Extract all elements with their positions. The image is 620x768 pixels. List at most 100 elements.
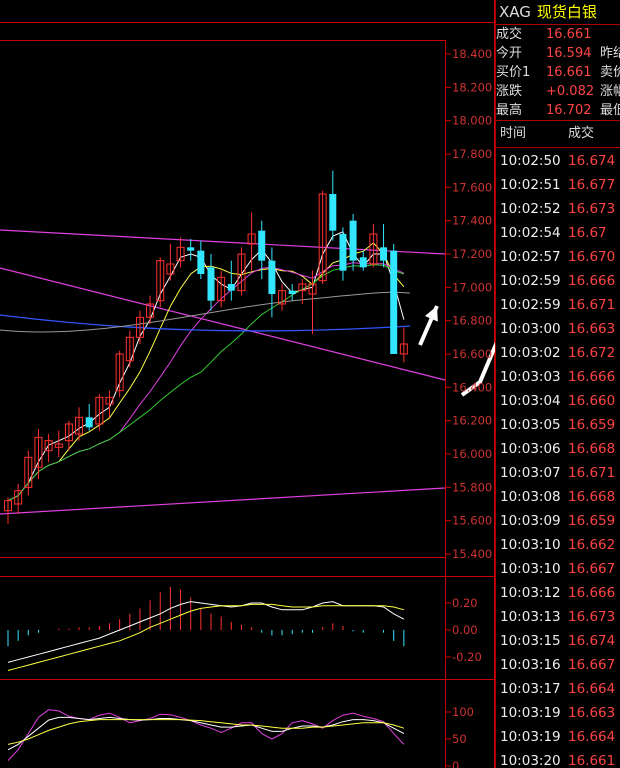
- quote-extra-label: 卖价: [600, 65, 620, 80]
- price-tick-label: 16.000: [452, 447, 492, 461]
- candle-body-down: [268, 260, 276, 294]
- price-tick-label: 17.800: [452, 147, 492, 161]
- tick-row[interactable]: 10:03:03 16.666: [496, 365, 620, 389]
- tick-row[interactable]: 10:03:09 16.659: [496, 509, 620, 533]
- tick-row[interactable]: 10:03:04 16.660: [496, 389, 620, 413]
- tick-row[interactable]: 10:02:59 16.666: [496, 269, 620, 293]
- tick-row[interactable]: 10:03:10 16.667: [496, 557, 620, 581]
- tick-price: 16.667: [568, 561, 616, 577]
- tick-price: 16.668: [568, 489, 616, 505]
- tick-price: 16.667: [568, 657, 616, 673]
- tick-price: 16.670: [568, 249, 616, 265]
- tick-row[interactable]: 10:02:59 16.671: [496, 293, 620, 317]
- quote-row: 今开 16.594 昨结: [496, 44, 620, 63]
- symbol-name: 现货白银: [536, 3, 597, 21]
- tick-time: 10:02:51: [500, 177, 561, 193]
- tick-row[interactable]: 10:03:07 16.671: [496, 461, 620, 485]
- tick-time: 10:02:54: [500, 225, 561, 241]
- tick-price: 16.666: [568, 369, 616, 385]
- price-tick-label: 18.400: [452, 47, 492, 61]
- tick-row[interactable]: 10:03:20 16.661: [496, 749, 620, 768]
- quote-value: 16.661: [546, 65, 592, 80]
- tick-price: 16.666: [568, 585, 616, 601]
- tick-time: 10:03:03: [500, 369, 561, 385]
- tick-price: 16.661: [568, 753, 616, 768]
- tick-row[interactable]: 10:02:54 16.67: [496, 221, 620, 245]
- tick-time: 10:03:13: [500, 609, 561, 625]
- tick-row[interactable]: 10:03:13 16.673: [496, 605, 620, 629]
- tick-time: 10:03:08: [500, 489, 561, 505]
- candle-body-down: [207, 267, 215, 301]
- tick-row[interactable]: 10:03:16 16.667: [496, 653, 620, 677]
- price-tick-label: 18.200: [452, 80, 492, 94]
- tick-row[interactable]: 10:03:02 16.672: [496, 341, 620, 365]
- tick-row[interactable]: 10:03:10 16.662: [496, 533, 620, 557]
- tick-price: 16.659: [568, 417, 616, 433]
- price-tick-label: 16.400: [452, 380, 492, 394]
- quote-row: 成交 16.661: [496, 25, 620, 44]
- tick-time: 10:02:59: [500, 273, 561, 289]
- macd-tick-label: 0.20: [452, 596, 478, 610]
- tick-price: 16.671: [568, 297, 616, 313]
- tick-time: 10:03:19: [500, 729, 561, 745]
- tick-price: 16.663: [568, 321, 616, 337]
- price-tick-label: 15.600: [452, 514, 492, 528]
- tick-row[interactable]: 10:03:00 16.663: [496, 317, 620, 341]
- tick-row[interactable]: 10:02:57 16.670: [496, 245, 620, 269]
- tick-time: 10:03:10: [500, 561, 561, 577]
- tick-time: 10:03:10: [500, 537, 561, 553]
- quote-label: 买价1: [496, 65, 531, 80]
- price-tick-label: 15.400: [452, 547, 492, 561]
- quote-extra-label: 最低: [600, 103, 620, 118]
- kdj-tick-label: 0: [452, 759, 459, 768]
- tick-price: 16.662: [568, 537, 616, 553]
- tick-price: 16.660: [568, 393, 616, 409]
- price-tick-label: 15.800: [452, 480, 492, 494]
- tick-time: 10:03:04: [500, 393, 561, 409]
- tick-row[interactable]: 10:03:15 16.674: [496, 629, 620, 653]
- price-chart[interactable]: 18.400 18.200 18.000 17.800 17.600 17.400 17.2…: [0, 0, 495, 768]
- tick-row[interactable]: 10:03:17 16.664: [496, 677, 620, 701]
- tick-time: 10:02:59: [500, 297, 561, 313]
- candle-body-down: [329, 194, 337, 231]
- tick-row[interactable]: 10:03:06 16.668: [496, 437, 620, 461]
- tick-row[interactable]: 10:02:51 16.677: [496, 173, 620, 197]
- quote-value: +0.082: [546, 84, 595, 99]
- tick-row[interactable]: 10:03:05 16.659: [496, 413, 620, 437]
- price-tick-label: 16.800: [452, 314, 492, 328]
- candle-body-down: [197, 250, 205, 274]
- quote-row: 涨跌 +0.082 涨幅: [496, 82, 620, 101]
- quote-row: 买价1 16.661 卖价: [496, 63, 620, 82]
- tick-time: 10:03:12: [500, 585, 561, 601]
- tick-price: 16.668: [568, 441, 616, 457]
- quote-row: 最高 16.702 最低: [496, 101, 620, 120]
- tick-price: 16.674: [568, 153, 616, 169]
- tick-time: 10:02:52: [500, 201, 561, 217]
- quote-extra-label: 涨幅: [600, 84, 620, 99]
- price-tick-label: 18.000: [452, 114, 492, 128]
- tick-row[interactable]: 10:02:52 16.673: [496, 197, 620, 221]
- candle-body-down: [85, 417, 93, 428]
- tick-row[interactable]: 10:03:12 16.666: [496, 581, 620, 605]
- price-tick-label: 17.600: [452, 180, 492, 194]
- tick-time: 10:03:20: [500, 753, 561, 768]
- tick-price: 16.664: [568, 729, 616, 745]
- kdj-tick-label: 100: [452, 705, 474, 719]
- candle-body-down: [380, 247, 388, 261]
- tick-price: 16.677: [568, 177, 616, 193]
- quote-value: 16.594: [546, 46, 592, 61]
- macd-tick-label: 0.00: [452, 623, 478, 637]
- quote-panel: XAG 现货白银 成交 16.661 今开 16.594 昨结买价1 16.661 卖价涨跌 +…: [495, 0, 620, 768]
- tick-row[interactable]: 10:03:19 16.663: [496, 701, 620, 725]
- price-tick-label: 16.200: [452, 414, 492, 428]
- tick-price: 16.659: [568, 513, 616, 529]
- tick-row[interactable]: 10:03:08 16.668: [496, 485, 620, 509]
- tick-price: 16.664: [568, 681, 616, 697]
- quote-label: 最高: [496, 103, 523, 118]
- tick-time: 10:03:17: [500, 681, 561, 697]
- tick-row[interactable]: 10:03:19 16.664: [496, 725, 620, 749]
- tick-row[interactable]: 10:02:50 16.674: [496, 149, 620, 173]
- tick-time: 10:03:15: [500, 633, 561, 649]
- tick-time: 10:03:06: [500, 441, 561, 457]
- tick-time: 10:03:16: [500, 657, 561, 673]
